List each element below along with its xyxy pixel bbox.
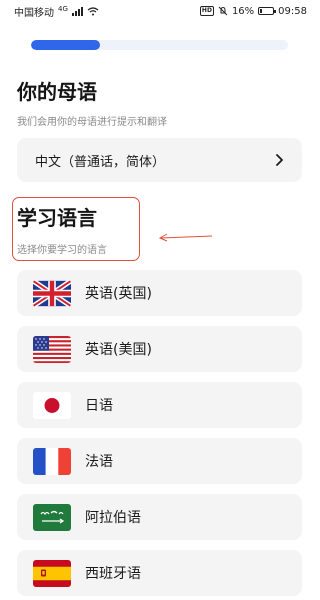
language-name: 西班牙语	[85, 566, 141, 582]
network-type: 4G	[58, 5, 68, 13]
chevron-right-icon	[276, 154, 283, 166]
onboarding-progress-bar	[31, 40, 288, 50]
battery-icon	[258, 7, 277, 15]
native-language-title: 你的母语	[17, 80, 97, 104]
language-list: 英语(英国) 英语(美国) 日语 法语 阿拉伯语 西班牙语	[17, 270, 302, 600]
spain-flag-icon	[33, 559, 71, 587]
language-option-arabic[interactable]: 阿拉伯语	[17, 494, 302, 540]
native-language-selector[interactable]: 中文（普通话，简体）	[17, 138, 302, 182]
mute-icon	[218, 6, 228, 16]
language-name: 阿拉伯语	[85, 510, 141, 526]
status-left: 中国移动 4G	[14, 4, 99, 19]
annotation-arrow-icon	[158, 233, 213, 242]
us-flag-icon	[33, 335, 71, 363]
native-language-subtitle: 我们会用你的母语进行提示和翻译	[17, 117, 167, 128]
language-option-japanese[interactable]: 日语	[17, 382, 302, 428]
language-option-english-uk[interactable]: 英语(英国)	[17, 270, 302, 316]
language-name: 英语(美国)	[85, 342, 152, 358]
language-option-french[interactable]: 法语	[17, 438, 302, 484]
progress-fill	[31, 40, 101, 50]
uk-flag-icon	[33, 279, 71, 307]
language-name: 法语	[85, 454, 113, 470]
arabic-flag-icon	[33, 503, 71, 531]
status-bar: 中国移动 4G HD 16% 09:58	[0, 0, 319, 22]
carrier-label: 中国移动	[14, 7, 54, 19]
language-name: 日语	[85, 398, 113, 414]
learn-language-subtitle: 选择你要学习的语言	[17, 245, 107, 256]
wifi-icon	[87, 6, 99, 15]
language-name: 英语(英国)	[85, 286, 152, 302]
hd-badge: HD	[199, 6, 214, 16]
france-flag-icon	[33, 447, 71, 475]
battery-percent: 16%	[231, 5, 255, 17]
japan-flag-icon	[33, 391, 71, 419]
clock: 09:58	[278, 5, 307, 17]
signal-icon	[71, 6, 83, 16]
learn-language-title: 学习语言	[17, 206, 97, 230]
language-option-english-us[interactable]: 英语(美国)	[17, 326, 302, 372]
language-option-spanish[interactable]: 西班牙语	[17, 550, 302, 596]
status-right: HD 16% 09:58	[199, 5, 307, 17]
native-language-value: 中文（普通话，简体）	[35, 154, 166, 170]
